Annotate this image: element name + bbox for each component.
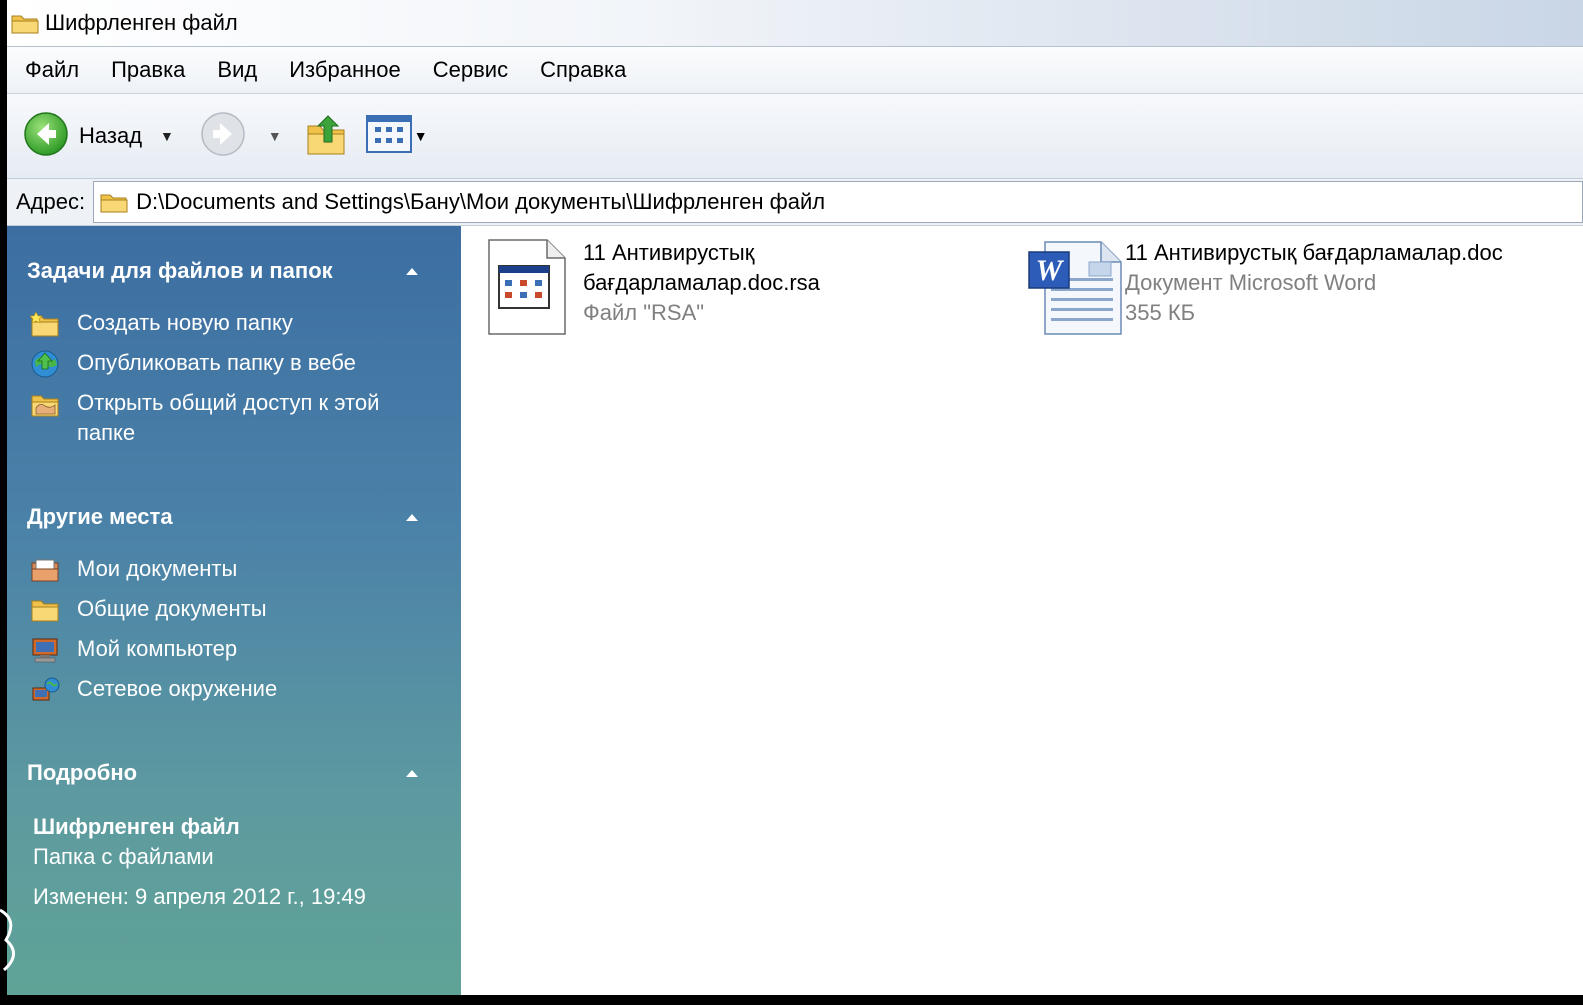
menu-favorites[interactable]: Избранное bbox=[273, 57, 417, 83]
place-shared-documents-label: Общие документы bbox=[77, 596, 267, 621]
place-my-documents[interactable]: Мои документы bbox=[25, 554, 387, 586]
address-field[interactable]: D:\Documents and Settings\Бану\Мои докум… bbox=[93, 181, 1583, 223]
collapse-icon[interactable] bbox=[397, 256, 427, 286]
back-label: Назад bbox=[79, 123, 143, 148]
publish-web-icon bbox=[25, 348, 65, 380]
address-value: D:\Documents and Settings\Бану\Мои докум… bbox=[136, 189, 826, 214]
file-name-line2: бағдарламалар.doc.rsa bbox=[583, 270, 820, 295]
menu-help[interactable]: Справка bbox=[524, 57, 642, 83]
share-folder-icon bbox=[25, 388, 65, 420]
place-my-computer[interactable]: Мой компьютер bbox=[25, 634, 387, 666]
menu-edit[interactable]: Правка bbox=[95, 57, 201, 83]
place-network[interactable]: Сетевое окружение bbox=[25, 674, 387, 706]
my-documents-icon bbox=[25, 554, 65, 586]
task-publish-web-label: Опубликовать папку в вебе bbox=[77, 350, 356, 375]
file-meta: 11 Антивирустық бағдарламалар.doc.rsa Фа… bbox=[583, 238, 820, 328]
details-section-header[interactable]: Подробно bbox=[27, 758, 427, 788]
details-section-title: Подробно bbox=[27, 760, 138, 785]
views-dropdown-icon: ▼ bbox=[413, 128, 428, 144]
task-share-folder-label: Открыть общий доступ к этой папке bbox=[77, 390, 380, 445]
screen-frame: Шифрленген файл Файл Правка Вид Избранно… bbox=[0, 0, 1583, 1005]
details-folder-type: Папка с файлами bbox=[33, 844, 214, 869]
up-folder-button[interactable] bbox=[306, 112, 346, 161]
up-folder-icon bbox=[306, 112, 346, 161]
file-type: Документ Microsoft Word bbox=[1125, 270, 1377, 295]
word-document-icon: W bbox=[1027, 238, 1122, 336]
task-publish-web[interactable]: Опубликовать папку в вебе bbox=[25, 348, 387, 380]
title-bar[interactable]: Шифрленген файл bbox=[7, 0, 1583, 47]
shared-documents-icon bbox=[25, 594, 65, 626]
views-icon bbox=[365, 114, 412, 159]
file-name-line1: 11 Антивирустық бағдарламалар.doc bbox=[1125, 240, 1503, 265]
collapse-icon[interactable] bbox=[397, 502, 427, 532]
place-my-computer-label: Мой компьютер bbox=[77, 636, 238, 661]
place-my-documents-label: Мои документы bbox=[77, 556, 238, 581]
views-button[interactable]: ▼ bbox=[365, 114, 428, 159]
task-pane: Задачи для файлов и папок Создать новую … bbox=[7, 226, 461, 995]
back-arrow-icon bbox=[23, 111, 69, 162]
file-size: 355 КБ bbox=[1125, 300, 1196, 325]
task-share-folder[interactable]: Открыть общий доступ к этой папке bbox=[25, 388, 387, 448]
file-meta: 11 Антивирустық бағдарламалар.doc Докуме… bbox=[1125, 238, 1503, 328]
window-title: Шифрленген файл bbox=[45, 10, 238, 35]
forward-button[interactable] bbox=[200, 111, 246, 162]
file-type: Файл "RSA" bbox=[583, 300, 705, 325]
generic-file-icon bbox=[485, 238, 569, 336]
forward-history-dropdown[interactable]: ▼ bbox=[268, 128, 282, 144]
network-places-icon bbox=[25, 674, 65, 706]
file-item[interactable]: W 11 Антивирустық бағдарламалар.doc Доку… bbox=[1027, 238, 1503, 336]
explorer-window: Шифрленген файл Файл Правка Вид Избранно… bbox=[7, 0, 1583, 995]
places-section-header[interactable]: Другие места bbox=[27, 502, 427, 532]
tasks-section-title: Задачи для файлов и папок bbox=[27, 258, 333, 283]
file-item[interactable]: 11 Антивирустық бағдарламалар.doc.rsa Фа… bbox=[485, 238, 820, 336]
file-list: 11 Антивирустық бағдарламалар.doc.rsa Фа… bbox=[461, 226, 1583, 995]
back-button[interactable]: Назад bbox=[23, 111, 142, 162]
svg-text:W: W bbox=[1036, 254, 1065, 287]
place-network-label: Сетевое окружение bbox=[77, 676, 278, 701]
tasks-section-header[interactable]: Задачи для файлов и папок bbox=[27, 256, 427, 286]
menu-file[interactable]: Файл bbox=[7, 57, 95, 83]
task-new-folder-label: Создать новую папку bbox=[77, 310, 293, 335]
forward-arrow-icon bbox=[200, 111, 246, 162]
task-new-folder[interactable]: Создать новую папку bbox=[25, 308, 387, 340]
new-folder-icon bbox=[25, 308, 65, 340]
address-bar: Адрес: D:\Documents and Settings\Бану\Мо… bbox=[7, 179, 1583, 226]
my-computer-icon bbox=[25, 634, 65, 666]
places-section-title: Другие места bbox=[27, 504, 173, 529]
toolbar: Назад ▼ ▼ ▼ bbox=[7, 94, 1583, 179]
details-folder-name: Шифрленген файл bbox=[33, 814, 240, 839]
corner-artifact bbox=[0, 908, 15, 972]
menu-view[interactable]: Вид bbox=[201, 57, 273, 83]
back-history-dropdown[interactable]: ▼ bbox=[160, 128, 174, 144]
menu-tools[interactable]: Сервис bbox=[417, 57, 524, 83]
address-label: Адрес: bbox=[16, 189, 86, 214]
collapse-icon[interactable] bbox=[397, 758, 427, 788]
folder-icon bbox=[11, 11, 39, 35]
folder-icon bbox=[100, 190, 128, 214]
menu-bar: Файл Правка Вид Избранное Сервис Справка bbox=[7, 47, 1583, 94]
details-modified-date: Изменен: 9 апреля 2012 г., 19:49 bbox=[33, 884, 366, 909]
file-name-line1: 11 Антивирустық bbox=[583, 240, 755, 265]
place-shared-documents[interactable]: Общие документы bbox=[25, 594, 387, 626]
